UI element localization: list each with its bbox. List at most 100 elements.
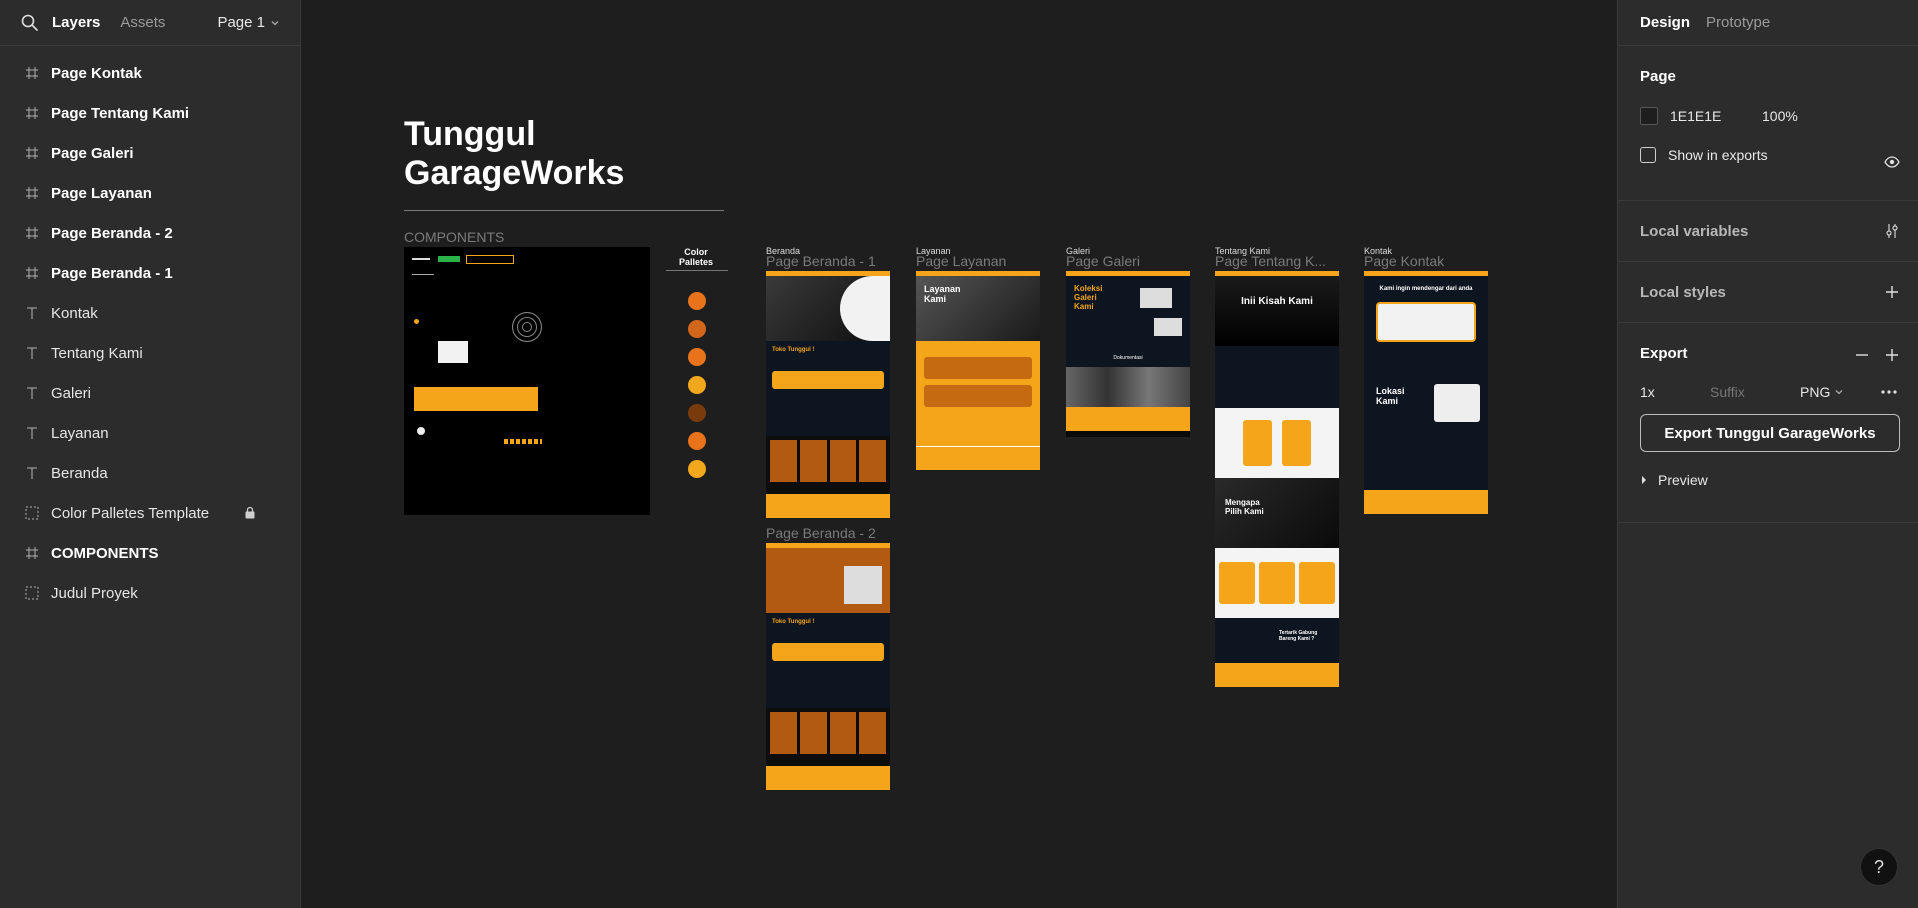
search-icon[interactable] [20, 13, 40, 33]
section-icon [24, 585, 40, 601]
frame-text: Toko Tunggul ! [772, 619, 815, 625]
frame-footer [1066, 407, 1190, 431]
help-button[interactable]: ? [1860, 848, 1898, 886]
layer-item[interactable]: Page Kontak [0, 53, 300, 93]
frame-label-tentang[interactable]: Page Tentang K... [1215, 253, 1326, 269]
adjust-icon[interactable] [1884, 223, 1900, 239]
tab-assets[interactable]: Assets [120, 14, 165, 31]
layer-item[interactable]: Page Galeri [0, 133, 300, 173]
tab-layers[interactable]: Layers [52, 14, 100, 31]
palette-swatch[interactable] [688, 460, 706, 478]
eye-icon[interactable] [1884, 154, 1900, 170]
palette-swatch[interactable] [688, 376, 706, 394]
caret-right-icon [1642, 476, 1646, 484]
preview-label: Preview [1658, 472, 1708, 488]
frame-beranda-1[interactable]: Toko Tunggul ! [766, 271, 890, 518]
frame-text: Tertarik Gabung Bareng Kami ? [1279, 630, 1318, 642]
frame-footer [1364, 490, 1488, 514]
page-color-hex[interactable]: 1E1E1E [1670, 108, 1762, 124]
components-frame-label[interactable]: COMPONENTS [404, 229, 504, 245]
frame-location: Lokasi Kami [1364, 376, 1488, 490]
show-in-exports-label: Show in exports [1668, 147, 1768, 163]
frame-icon [24, 225, 40, 241]
layer-item[interactable]: Page Beranda - 1 [0, 253, 300, 293]
frame-footer [766, 766, 890, 790]
layer-item[interactable]: Judul Proyek [0, 573, 300, 613]
layer-item[interactable]: Beranda [0, 453, 300, 493]
frame-shop-section: Toko Tunggul ! [766, 613, 890, 708]
frame-beranda-2[interactable]: Toko Tunggul ! [766, 543, 890, 790]
title-divider [404, 210, 724, 211]
frame-banner [772, 371, 884, 389]
product-card [859, 712, 886, 754]
frame-layanan[interactable]: Layanan Kami [916, 271, 1040, 470]
components-frame[interactable] [404, 247, 650, 515]
layer-item[interactable]: COMPONENTS [0, 533, 300, 573]
page-color-opacity[interactable]: 100% [1762, 108, 1798, 124]
lock-icon[interactable] [244, 506, 256, 519]
frame-label-layanan[interactable]: Page Layanan [916, 253, 1006, 269]
layer-label: Page Kontak [51, 64, 142, 82]
frame-services [916, 341, 1040, 446]
tab-prototype[interactable]: Prototype [1706, 14, 1770, 31]
page-color-swatch[interactable] [1640, 107, 1658, 125]
project-title[interactable]: Tunggul GarageWorks [404, 115, 704, 193]
layer-label: COMPONENTS [51, 544, 159, 562]
plus-icon[interactable] [1884, 284, 1900, 300]
product-card [829, 440, 857, 482]
frame-icon [24, 185, 40, 201]
frame-icon [24, 65, 40, 81]
frame-label-beranda-1[interactable]: Page Beranda - 1 [766, 253, 876, 269]
palette-swatch[interactable] [688, 348, 706, 366]
palette-swatch[interactable] [688, 320, 706, 338]
vision-card [1243, 420, 1272, 466]
layer-item[interactable]: Galeri [0, 373, 300, 413]
layer-item[interactable]: Color Palletes Template [0, 493, 300, 533]
local-variables-section[interactable]: Local variables [1618, 201, 1918, 262]
layer-item[interactable]: Page Beranda - 2 [0, 213, 300, 253]
color-palletes-label[interactable]: Color Palletes [666, 247, 726, 267]
frame-tentang[interactable]: Inii Kisah Kami Mengapa Pilih Kami Terta… [1215, 271, 1339, 687]
vision-card [1282, 420, 1311, 466]
palette-swatch[interactable] [688, 432, 706, 450]
product-card [799, 712, 827, 754]
minus-icon[interactable] [1854, 347, 1870, 363]
export-scale[interactable]: 1x [1640, 384, 1710, 400]
text-icon [24, 425, 40, 441]
layer-label: Page Beranda - 1 [51, 264, 173, 282]
frame-label-kontak[interactable]: Page Kontak [1364, 253, 1444, 269]
text-icon [24, 465, 40, 481]
product-card [799, 440, 827, 482]
frame-label-beranda-2[interactable]: Page Beranda - 2 [766, 525, 876, 541]
layer-item[interactable]: Tentang Kami [0, 333, 300, 373]
palette-divider [666, 270, 728, 271]
layer-item[interactable]: Page Tentang Kami [0, 93, 300, 133]
frame-why: Mengapa Pilih Kami [1215, 478, 1339, 548]
tab-design[interactable]: Design [1640, 14, 1690, 31]
frame-kontak[interactable]: Kami ingin mendengar dari anda Lokasi Ka… [1364, 271, 1488, 514]
layer-item[interactable]: Layanan [0, 413, 300, 453]
export-suffix-input[interactable]: Suffix [1710, 384, 1800, 400]
local-styles-section[interactable]: Local styles [1618, 262, 1918, 323]
layer-label: Layanan [51, 424, 109, 442]
more-options-icon[interactable] [1880, 389, 1898, 395]
frame-label-galeri[interactable]: Page Galeri [1066, 253, 1140, 269]
frame-spacer [766, 486, 890, 494]
preview-toggle[interactable]: Preview [1640, 472, 1898, 488]
layer-list: Page Kontak Page Tentang Kami Page Galer… [0, 46, 300, 613]
show-in-exports-checkbox[interactable] [1640, 147, 1656, 163]
frame-galeri[interactable]: Koleksi Galeri Kami Dokumentasi [1066, 271, 1190, 437]
export-format-select[interactable]: PNG [1800, 384, 1844, 400]
palette-swatch[interactable] [688, 292, 706, 310]
layer-item[interactable]: Kontak [0, 293, 300, 333]
plus-icon[interactable] [1884, 347, 1900, 363]
export-button[interactable]: Export Tunggul GarageWorks [1640, 414, 1900, 452]
palette-swatch[interactable] [688, 404, 706, 422]
page-selector[interactable]: Page 1 [217, 14, 280, 31]
page-fill-row[interactable]: 1E1E1E 100% [1640, 107, 1900, 168]
layer-item[interactable]: Page Layanan [0, 173, 300, 213]
layer-label: Page Layanan [51, 184, 152, 202]
gallery-thumb [1154, 318, 1182, 336]
product-card [859, 440, 886, 482]
show-in-exports-row[interactable]: Show in exports [1640, 147, 1898, 163]
